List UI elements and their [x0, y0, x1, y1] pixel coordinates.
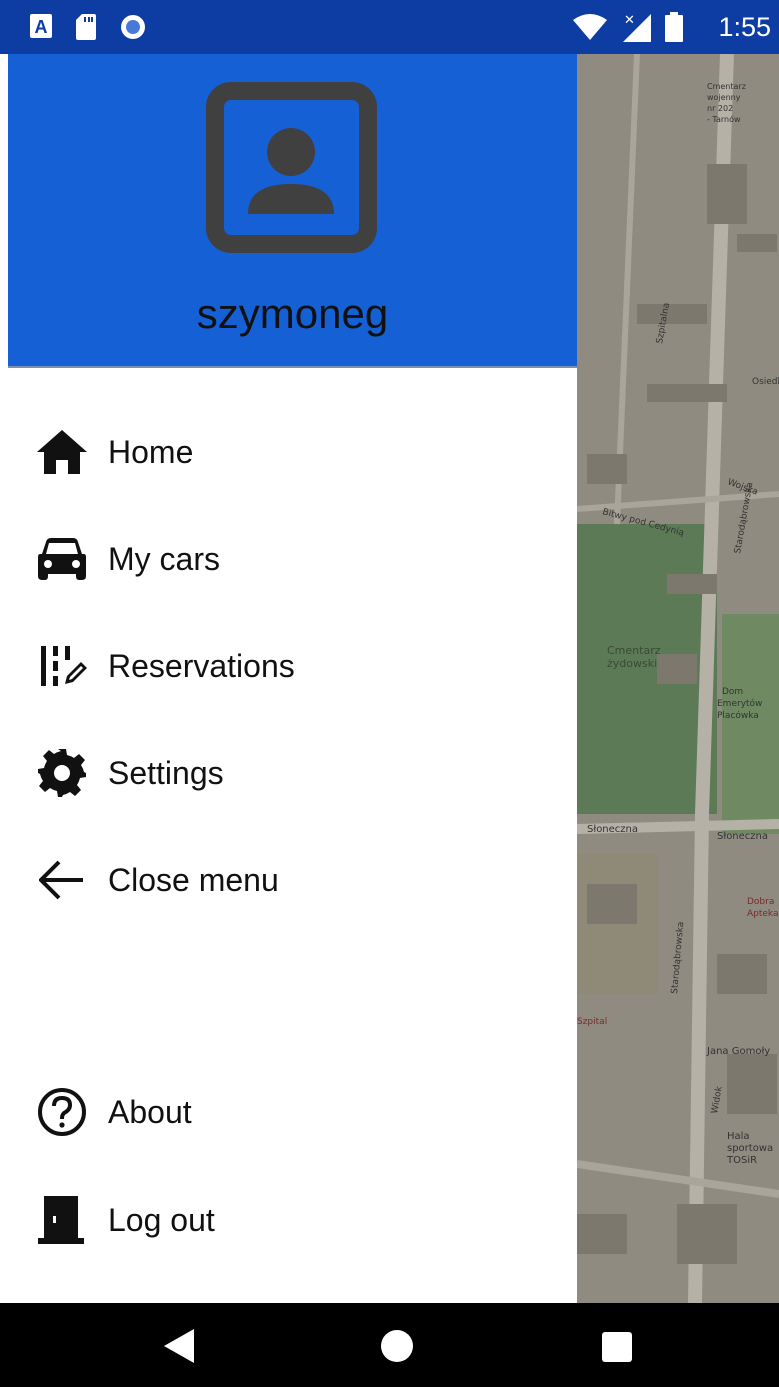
accessibility-a-icon: A [30, 14, 52, 38]
arrow-left-icon [36, 854, 88, 906]
svg-text:✕: ✕ [624, 12, 635, 27]
menu-item-close-menu[interactable]: Close menu [0, 840, 577, 920]
reservations-icon [36, 640, 88, 692]
svg-text:Emerytów: Emerytów [717, 698, 762, 709]
menu-item-label: About [108, 1093, 192, 1130]
svg-text:Apteka: Apteka [747, 909, 779, 919]
system-nav-bar [0, 1303, 779, 1387]
menu-item-label: Reservations [108, 647, 295, 684]
clock: 1:55 [718, 12, 771, 42]
svg-text:nr 202: nr 202 [707, 104, 733, 113]
svg-text:Jana Gomoły: Jana Gomoły [706, 1046, 770, 1057]
svg-text:Placówka: Placówka [717, 710, 759, 721]
svg-text:żydowski: żydowski [607, 657, 657, 670]
svg-text:sportowa: sportowa [727, 1143, 773, 1154]
car-icon [36, 533, 88, 585]
menu-item-my-cars[interactable]: My cars [0, 519, 577, 599]
map-view[interactable]: Cmentarz żydowski Słoneczna Słoneczna Ja… [577, 54, 779, 1303]
menu-item-log-out[interactable]: Log out [0, 1180, 577, 1260]
recents-icon[interactable] [602, 1332, 632, 1362]
status-bar: A ✕ 1:55 [0, 0, 779, 54]
wifi-icon [573, 14, 607, 40]
navigation-drawer: szymoneg Home My cars Reservations Setti… [0, 54, 577, 1303]
no-signal-icon: ✕ [623, 12, 651, 42]
drawer-header: szymoneg [8, 54, 577, 368]
gear-icon [36, 747, 88, 799]
svg-text:Dom: Dom [722, 687, 743, 697]
svg-text:TOSiR: TOSiR [726, 1155, 757, 1166]
menu-item-reservations[interactable]: Reservations [0, 626, 577, 706]
svg-text:Dobra: Dobra [747, 897, 774, 907]
sd-card-icon [76, 14, 96, 40]
map-canvas: Cmentarz żydowski Słoneczna Słoneczna Ja… [577, 54, 779, 1303]
menu-item-settings[interactable]: Settings [0, 733, 577, 813]
home-icon [36, 426, 88, 478]
door-exit-icon [36, 1194, 88, 1246]
svg-text:Słoneczna: Słoneczna [717, 831, 768, 842]
svg-text:wojenny: wojenny [707, 93, 741, 102]
menu-item-home[interactable]: Home [0, 412, 577, 492]
home-circle-icon[interactable] [381, 1330, 413, 1362]
menu-item-label: Close menu [108, 861, 279, 898]
battery-icon [665, 12, 683, 42]
svg-text:Szpital: Szpital [577, 1017, 607, 1027]
svg-text:Słoneczna: Słoneczna [587, 824, 638, 835]
help-circle-icon [36, 1086, 88, 1138]
back-icon[interactable] [164, 1329, 194, 1363]
menu-item-label: Log out [108, 1201, 215, 1238]
svg-text:- Tarnów: - Tarnów [707, 114, 741, 124]
record-icon [121, 15, 145, 39]
svg-text:A: A [35, 17, 48, 37]
svg-text:Cmentarz: Cmentarz [707, 82, 746, 91]
map-label: Cmentarz [607, 644, 661, 657]
menu-item-about[interactable]: About [0, 1072, 577, 1152]
svg-text:Hala: Hala [727, 1131, 750, 1142]
menu-item-label: Home [108, 433, 194, 470]
menu-item-label: Settings [108, 754, 224, 791]
svg-text:Osiedle Po: Osiedle Po [752, 377, 779, 387]
username-label: szymoneg [196, 290, 389, 337]
menu-item-label: My cars [108, 540, 220, 577]
avatar-icon[interactable] [206, 82, 377, 253]
